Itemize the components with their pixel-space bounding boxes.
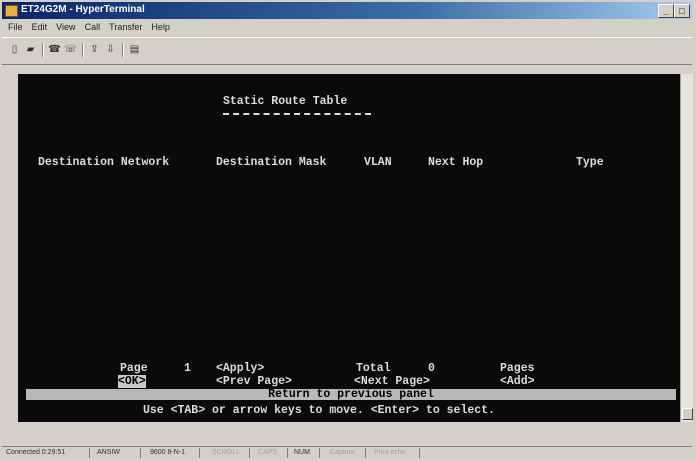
column-next-hop: Next Hop [428,156,484,169]
menu-view[interactable]: View [56,22,75,32]
minimize-button[interactable]: _ [658,4,674,18]
column-vlan: VLAN [364,156,392,169]
status-bar: Connected 0:29:51 ANSIW 9600 8-N-1 SCROL… [2,446,692,460]
column-destination-mask: Destination Mask [216,156,327,169]
column-type: Type [576,156,604,169]
terminal-screen[interactable]: Static Route Table Destination Network D… [18,74,680,422]
hyperterminal-window: ET24G2M - HyperTerminal _ □ File Edit Vi… [0,0,696,461]
title-bar[interactable]: ET24G2M - HyperTerminal _ □ [2,2,692,19]
status-caps: CAPS [258,448,288,458]
properties-icon[interactable]: ▤ [127,43,142,57]
page-label: Page [120,362,148,375]
menu-help[interactable]: Help [151,22,170,32]
toolbar-separator [42,43,44,57]
page-number-field[interactable]: 1 [184,362,191,375]
status-connected: Connected 0:29:51 [6,448,90,458]
menu-transfer[interactable]: Transfer [109,22,142,32]
status-emulation: ANSIW [97,448,141,458]
status-settings: 9600 8-N-1 [150,448,200,458]
page-title: Static Route Table [223,95,348,108]
vertical-scrollbar[interactable] [680,74,693,422]
status-print-echo: Print echo [374,448,420,458]
toolbar: ▯ ▰ ☎ ☏ ⇪ ⇩ ▤ [2,37,692,65]
scrollbar-thumb[interactable] [682,408,693,420]
menu-file[interactable]: File [8,22,23,32]
toolbar-separator [122,43,124,57]
return-message-bar: Return to previous panel [26,389,676,400]
send-icon[interactable]: ⇪ [87,43,102,57]
add-button[interactable]: <Add> [500,375,535,388]
toolbar-separator [82,43,84,57]
maximize-button[interactable]: □ [674,4,690,18]
total-label: Total [356,362,391,375]
total-value: 0 [428,362,435,375]
column-destination-network: Destination Network [38,156,170,169]
help-message: Use <TAB> or arrow keys to move. <Enter>… [143,404,495,417]
ok-button[interactable]: <OK> [118,375,146,388]
menu-edit[interactable]: Edit [32,22,48,32]
new-icon[interactable]: ▯ [7,43,22,57]
open-icon[interactable]: ▰ [23,43,38,57]
status-num: NUM [294,448,320,458]
hyperterminal-app-icon[interactable] [5,5,18,17]
return-message: Return to previous panel [268,388,434,401]
pages-label: Pages [500,362,535,375]
prev-page-button[interactable]: <Prev Page> [216,375,292,388]
disconnect-icon[interactable]: ☏ [63,43,78,57]
phone-icon[interactable]: ☎ [47,43,62,57]
next-page-button[interactable]: <Next Page> [354,375,430,388]
menu-bar: File Edit View Call Transfer Help [2,21,170,35]
receive-icon[interactable]: ⇩ [103,43,118,57]
menu-call[interactable]: Call [85,22,101,32]
title-underline [223,113,371,115]
status-capture: Capture [330,448,366,458]
apply-button[interactable]: <Apply> [216,362,264,375]
window-title: ET24G2M - HyperTerminal [21,4,145,15]
status-scroll: SCROLL [212,448,250,458]
